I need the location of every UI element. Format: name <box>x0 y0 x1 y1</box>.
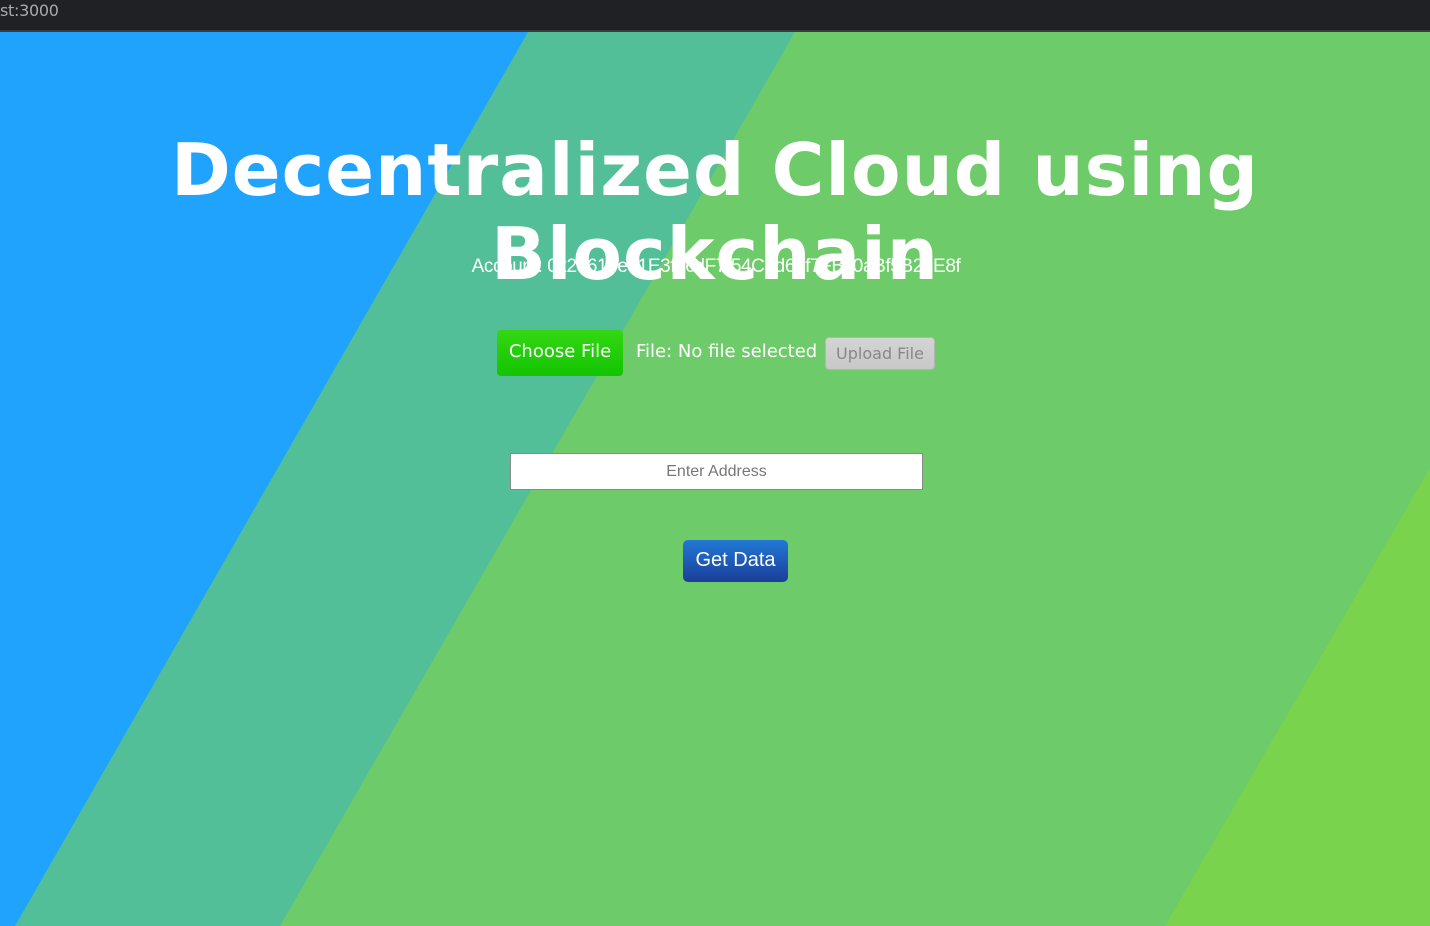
upload-file-button[interactable]: Upload File <box>825 337 935 370</box>
file-status-label: File: No file selected <box>636 341 818 362</box>
page-background: Decentralized Cloud using Blockchain Acc… <box>0 32 1430 926</box>
browser-address-bar: st:3000 <box>0 0 1430 32</box>
url-text[interactable]: st:3000 <box>0 1 59 20</box>
choose-file-button[interactable]: Choose File <box>497 330 623 376</box>
account-address: Account: 0x23618e81E3f5cdF7f54C3d65f7FBc… <box>471 256 961 277</box>
address-input[interactable] <box>510 453 923 490</box>
get-data-button[interactable]: Get Data <box>683 540 788 582</box>
